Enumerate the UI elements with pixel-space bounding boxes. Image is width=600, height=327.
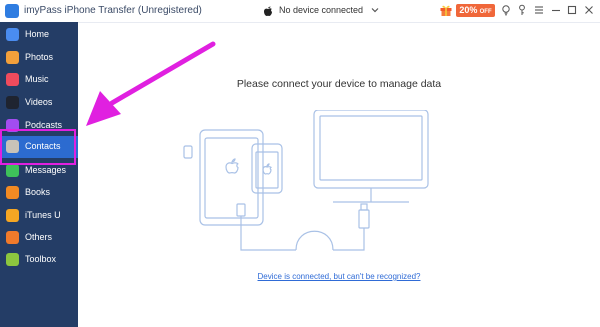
messages-icon xyxy=(6,164,19,177)
sidebar-item-photos[interactable]: Photos xyxy=(0,47,78,69)
app-title: imyPass iPhone Transfer (Unregistered) xyxy=(24,5,202,16)
sidebar-item-home[interactable]: Home xyxy=(0,24,78,46)
music-icon xyxy=(6,73,19,86)
discount-percent: 20% xyxy=(459,5,478,15)
sidebar-item-books[interactable]: Books xyxy=(0,182,78,204)
discount-badge[interactable]: 20% OFF xyxy=(456,4,495,17)
key-icon[interactable] xyxy=(516,4,528,16)
sidebar-item-label: Toolbox xyxy=(25,254,57,264)
device-connection-illustration xyxy=(183,110,429,251)
home-icon xyxy=(6,28,19,41)
sidebar-item-label: Others xyxy=(25,232,53,242)
sidebar: Home Photos Music Videos Podcasts Contac… xyxy=(0,22,78,327)
videos-icon xyxy=(6,96,19,109)
connect-device-message: Please connect your device to manage dat… xyxy=(236,78,442,90)
lightbulb-icon[interactable] xyxy=(500,4,512,16)
sidebar-item-label: Videos xyxy=(25,97,53,107)
title-bar: imyPass iPhone Transfer (Unregistered) N… xyxy=(0,0,600,23)
chevron-down-icon xyxy=(371,8,379,13)
sidebar-item-label: Podcasts xyxy=(25,120,63,130)
device-selector-label: No device connected xyxy=(279,5,364,15)
contacts-icon xyxy=(6,140,19,153)
maximize-icon[interactable] xyxy=(566,4,578,16)
menu-icon[interactable] xyxy=(533,4,545,16)
sidebar-item-label: Music xyxy=(25,74,49,84)
sidebar-item-label: Books xyxy=(25,187,51,197)
sidebar-item-label: Messages xyxy=(25,165,67,175)
sidebar-item-label: Home xyxy=(25,29,50,39)
books-icon xyxy=(6,186,19,199)
main-panel: Please connect your device to manage dat… xyxy=(78,22,600,327)
minimize-icon[interactable] xyxy=(550,4,562,16)
sidebar-item-music[interactable]: Music xyxy=(0,69,78,91)
device-not-recognized-link[interactable]: Device is connected, but can't be recogn… xyxy=(78,272,600,281)
sidebar-item-others[interactable]: Others xyxy=(0,227,78,249)
gift-icon[interactable] xyxy=(439,3,453,17)
sidebar-item-label: Photos xyxy=(25,52,54,62)
sidebar-item-label: iTunes U xyxy=(25,210,61,220)
itunes-u-icon xyxy=(6,209,19,222)
sidebar-item-videos[interactable]: Videos xyxy=(0,92,78,114)
device-selector[interactable]: No device connected xyxy=(263,3,381,19)
others-icon xyxy=(6,231,19,244)
discount-off-label: OFF xyxy=(479,9,492,15)
photos-icon xyxy=(6,51,19,64)
toolbox-icon xyxy=(6,253,19,266)
sidebar-item-contacts[interactable]: Contacts xyxy=(0,136,78,158)
close-icon[interactable] xyxy=(583,4,595,16)
app-logo-icon xyxy=(5,4,19,18)
podcasts-icon xyxy=(6,119,19,132)
apple-icon xyxy=(264,6,272,16)
sidebar-item-label: Contacts xyxy=(25,141,61,151)
sidebar-item-messages[interactable]: Messages xyxy=(0,160,78,182)
sidebar-item-toolbox[interactable]: Toolbox xyxy=(0,249,78,271)
sidebar-item-itunes-u[interactable]: iTunes U xyxy=(0,205,78,227)
sidebar-item-podcasts[interactable]: Podcasts xyxy=(0,115,78,137)
